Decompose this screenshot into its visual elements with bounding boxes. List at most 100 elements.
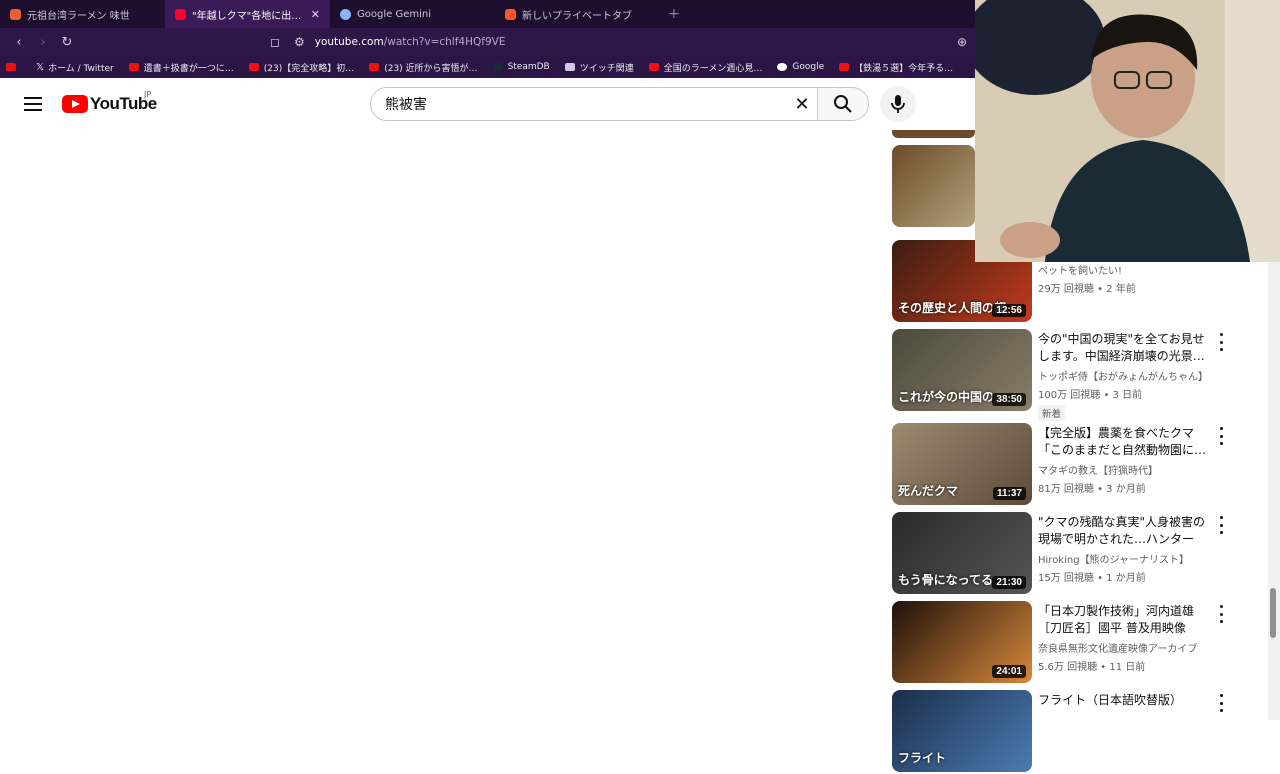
video-meta: 今の"中国の現実"を全てお見せします。中国経済崩壊の光景… トッポギ侍【おがみょん…	[1038, 331, 1210, 421]
youtube-icon	[6, 63, 16, 71]
bookmark-item[interactable]: SteamDB	[492, 62, 550, 72]
tab-youtube-active[interactable]: "年越しクマ"各地に出没…死者13人 ✕	[165, 0, 330, 28]
x-icon: 𝕏	[36, 61, 45, 73]
bookmark-item[interactable]: (23)【完全攻略】初…	[248, 61, 355, 74]
bookmark-item[interactable]: 𝕏 ホーム / Twitter	[36, 61, 114, 74]
ramen-favicon-icon	[10, 8, 21, 20]
duration-badge: 21:30	[992, 576, 1026, 589]
more-actions-icon[interactable]	[1216, 333, 1226, 351]
clear-search-icon[interactable]: ✕	[787, 94, 817, 115]
video-thumbnail[interactable]: 死んだクマ 11:37	[892, 423, 1032, 505]
upload-age: 3 日前	[1112, 390, 1143, 401]
bookmark-label: (23) 近所から害悟が…	[384, 63, 478, 74]
thumbnail-caption: これが今の中国の	[898, 390, 995, 404]
voice-search-button[interactable]	[880, 86, 916, 122]
bookmark-item[interactable]	[6, 63, 21, 71]
channel-name[interactable]: 奈良県無形文化遺産映像アーカイブ	[1038, 640, 1210, 655]
brave-favicon-icon	[505, 8, 516, 20]
bookmark-label: SteamDB	[507, 62, 550, 72]
duration-badge: 12:56	[992, 304, 1026, 317]
forward-icon[interactable]: ›	[32, 31, 54, 53]
url-text[interactable]: youtube.com/watch?v=chlf4HQf9VE	[315, 36, 506, 48]
view-count: 5.6万 回視聴	[1038, 662, 1098, 673]
video-thumbnail[interactable]: 24:01	[892, 601, 1032, 683]
tab-private[interactable]: 新しいプライベートタブ	[495, 0, 660, 28]
view-count: 81万 回視聴	[1038, 484, 1094, 495]
channel-name[interactable]: トッポギ侍【おがみょんがんちゃん】	[1038, 368, 1210, 383]
zoom-icon[interactable]: ⊕	[957, 35, 967, 49]
duration-badge: 38:50	[992, 393, 1026, 406]
recommendation-item[interactable]: 死んだクマ 11:37 【完全版】農薬を食べたクマ「このままだと自然動物園に… マタギ…	[892, 423, 1223, 507]
recommendation-item[interactable]: これが今の中国の 38:50 今の"中国の現実"を全てお見せします。中国経済崩壊の光…	[892, 329, 1223, 421]
thumbnail-caption: 死んだクマ	[898, 484, 959, 498]
tab-gemini[interactable]: Google Gemini	[330, 0, 495, 28]
channel-name[interactable]: マタギの教え【狩猟時代】	[1038, 462, 1210, 477]
video-thumbnail[interactable]: もう骨になってる 21:30	[892, 512, 1032, 594]
duration-badge: 11:37	[992, 487, 1026, 500]
recommendation-item[interactable]: 24:01 「日本刀製作技術」河内道雄［刀匠名］國平 普及用映像奈良県無形文化遺産…	[892, 601, 1223, 685]
youtube-logo[interactable]: YouTube	[62, 94, 157, 114]
view-count: 15万 回視聴	[1038, 573, 1094, 584]
red-icon	[128, 63, 139, 71]
channel-name[interactable]: Hiroking【熊のジャーナリスト】	[1038, 551, 1210, 566]
tab-title: Google Gemini	[357, 8, 431, 20]
search-button[interactable]	[817, 87, 869, 121]
google-icon	[777, 63, 788, 71]
upload-age: 11 日前	[1109, 662, 1146, 673]
video-thumbnail[interactable]: これが今の中国の 38:50	[892, 329, 1032, 411]
search-box[interactable]: ✕	[370, 87, 818, 121]
tab-ramen[interactable]: 元祖台湾ラーメン 味世	[0, 0, 165, 28]
webcam-image	[975, 0, 1280, 262]
upload-age: 1 か月前	[1106, 573, 1146, 584]
youtube-icon	[839, 63, 850, 71]
video-title[interactable]: 「日本刀製作技術」河内道雄［刀匠名］國平 普及用映像	[1038, 603, 1210, 637]
tab-title: 新しいプライベートタブ	[522, 10, 632, 22]
separator-dot: •	[1093, 484, 1107, 495]
video-stats: 100万 回視聴 • 3 日前	[1038, 386, 1210, 401]
scrollbar-track[interactable]	[1268, 262, 1280, 720]
video-title[interactable]: フライト（日本語吹替版）	[1038, 692, 1210, 709]
more-actions-icon[interactable]	[1216, 427, 1226, 445]
youtube-favicon-icon	[175, 8, 186, 20]
reload-icon[interactable]: ↻	[56, 31, 78, 53]
bookmark-item[interactable]: 遺書＋扱書が一つに…	[128, 61, 234, 74]
separator-dot: •	[1097, 662, 1110, 673]
recommendation-item[interactable]: フライト フライト（日本語吹替版）	[892, 690, 1223, 774]
video-thumbnail-partial[interactable]	[892, 130, 975, 138]
video-thumbnail[interactable]: フライト	[892, 690, 1032, 772]
url-host: youtube.com	[314, 36, 384, 48]
bookmark-item[interactable]: (23) 近所から害悟が…	[369, 61, 478, 74]
more-actions-icon[interactable]	[1216, 516, 1226, 534]
more-actions-icon[interactable]	[1216, 694, 1226, 712]
new-tab-icon[interactable]: +	[668, 6, 680, 22]
bookmark-label: (23)【完全攻略】初…	[263, 63, 355, 74]
scrollbar-thumb[interactable]	[1270, 588, 1276, 638]
video-title[interactable]: "クマの残酷な真実"人身被害の現場で明かされた…ハンターが…	[1038, 514, 1210, 548]
separator-dot: •	[1093, 573, 1107, 584]
separator-dot: •	[1093, 284, 1107, 295]
menu-icon[interactable]	[24, 97, 42, 111]
video-stats: 81万 回視聴 • 3 か月前	[1038, 480, 1210, 495]
url-path: /watch?v=chlf4HQf9VE	[383, 36, 506, 48]
bookmark-icon[interactable]: ◻	[270, 35, 280, 49]
video-stats: 5.6万 回視聴 • 11 日前	[1038, 658, 1210, 673]
video-thumbnail-partial[interactable]	[892, 145, 975, 227]
bookmark-item[interactable]: 【鉄湯５選】今年予る…	[839, 61, 953, 74]
video-meta: 【完全版】農薬を食べたクマ「このままだと自然動物園に… マタギの教え【狩猟時代】 8…	[1038, 425, 1210, 495]
view-count: 29万 回視聴	[1038, 284, 1094, 295]
bookmark-item[interactable]: ツイッチ関連	[564, 61, 634, 74]
channel-name[interactable]: ペットを飼いたい!	[1038, 262, 1210, 277]
search-input[interactable]	[385, 96, 787, 112]
address-bar[interactable]: ◻ ⚙ youtube.com/watch?v=chlf4HQf9VE ⊕	[270, 35, 967, 49]
youtube-play-icon	[62, 95, 88, 113]
back-icon[interactable]: ‹	[8, 31, 30, 53]
bookmark-item[interactable]: Google	[777, 62, 824, 72]
upload-age: 2 年前	[1106, 284, 1136, 295]
bookmark-item[interactable]: 全国のラーメン週心見…	[648, 61, 762, 74]
video-title[interactable]: 今の"中国の現実"を全てお見せします。中国経済崩壊の光景…	[1038, 331, 1210, 365]
more-actions-icon[interactable]	[1216, 605, 1226, 623]
tab-close-icon[interactable]: ✕	[311, 8, 320, 21]
recommendation-item[interactable]: もう骨になってる 21:30 "クマの残酷な真実"人身被害の現場で明かされた…ハンタ…	[892, 512, 1223, 596]
video-title[interactable]: 【完全版】農薬を食べたクマ「このままだと自然動物園に…	[1038, 425, 1210, 459]
site-settings-icon[interactable]: ⚙	[294, 35, 305, 49]
